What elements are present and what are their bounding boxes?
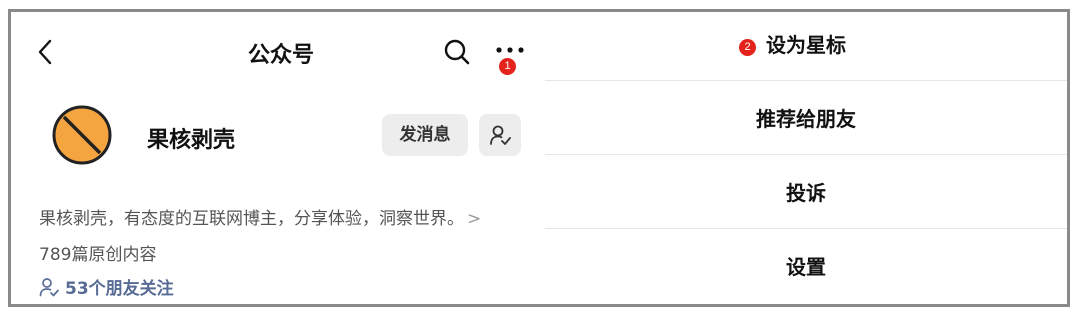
menu-item-settings[interactable]: 设置 <box>545 230 1067 304</box>
step-badge-1: 1 <box>499 58 516 75</box>
original-article-count: 789篇原创内容 <box>39 245 157 265</box>
menu-item-label: 设置 <box>786 255 826 279</box>
menu-item-label: 推荐给朋友 <box>756 107 856 131</box>
person-icon <box>39 277 59 296</box>
menu-item-star[interactable]: 设为星标 <box>545 8 1067 82</box>
divider <box>545 154 1067 155</box>
divider <box>545 80 1067 81</box>
menu-item-recommend[interactable]: 推荐给朋友 <box>545 82 1067 156</box>
person-check-icon <box>490 125 511 145</box>
menu-item-label: 设为星标 <box>766 33 846 57</box>
follow-button[interactable] <box>479 114 521 156</box>
chevron-right-icon: > <box>467 209 482 229</box>
search-icon[interactable] <box>443 38 471 66</box>
send-message-button[interactable]: 发消息 <box>382 114 468 156</box>
account-avatar[interactable] <box>51 104 113 166</box>
description-text: 果核剥壳，有态度的互联网博主，分享体验，洞察世界。 <box>39 209 464 229</box>
action-menu: 设为星标 推荐给朋友 投诉 设置 <box>545 12 1067 304</box>
friends-following-text: 53个朋友关注 <box>65 279 174 299</box>
screenshot-frame: 公众号 1 果核剥壳 发消息 果核剥壳，有态度的互联网博主，分享体验，洞察世界。… <box>8 9 1070 307</box>
more-dots-icon[interactable] <box>495 44 525 56</box>
menu-item-report[interactable]: 投诉 <box>545 156 1067 230</box>
friends-following[interactable]: 53个朋友关注 <box>39 274 174 299</box>
account-page: 公众号 1 果核剥壳 发消息 果核剥壳，有态度的互联网博主，分享体验，洞察世界。… <box>11 12 545 304</box>
account-description[interactable]: 果核剥壳，有态度的互联网博主，分享体验，洞察世界。 > <box>39 204 481 229</box>
menu-item-label: 投诉 <box>786 181 826 205</box>
step-badge-2: 2 <box>739 39 756 56</box>
divider <box>545 228 1067 229</box>
page-title: 公众号 <box>247 43 314 68</box>
back-arrow-icon[interactable] <box>35 38 55 66</box>
account-name: 果核剥壳 <box>147 128 236 153</box>
